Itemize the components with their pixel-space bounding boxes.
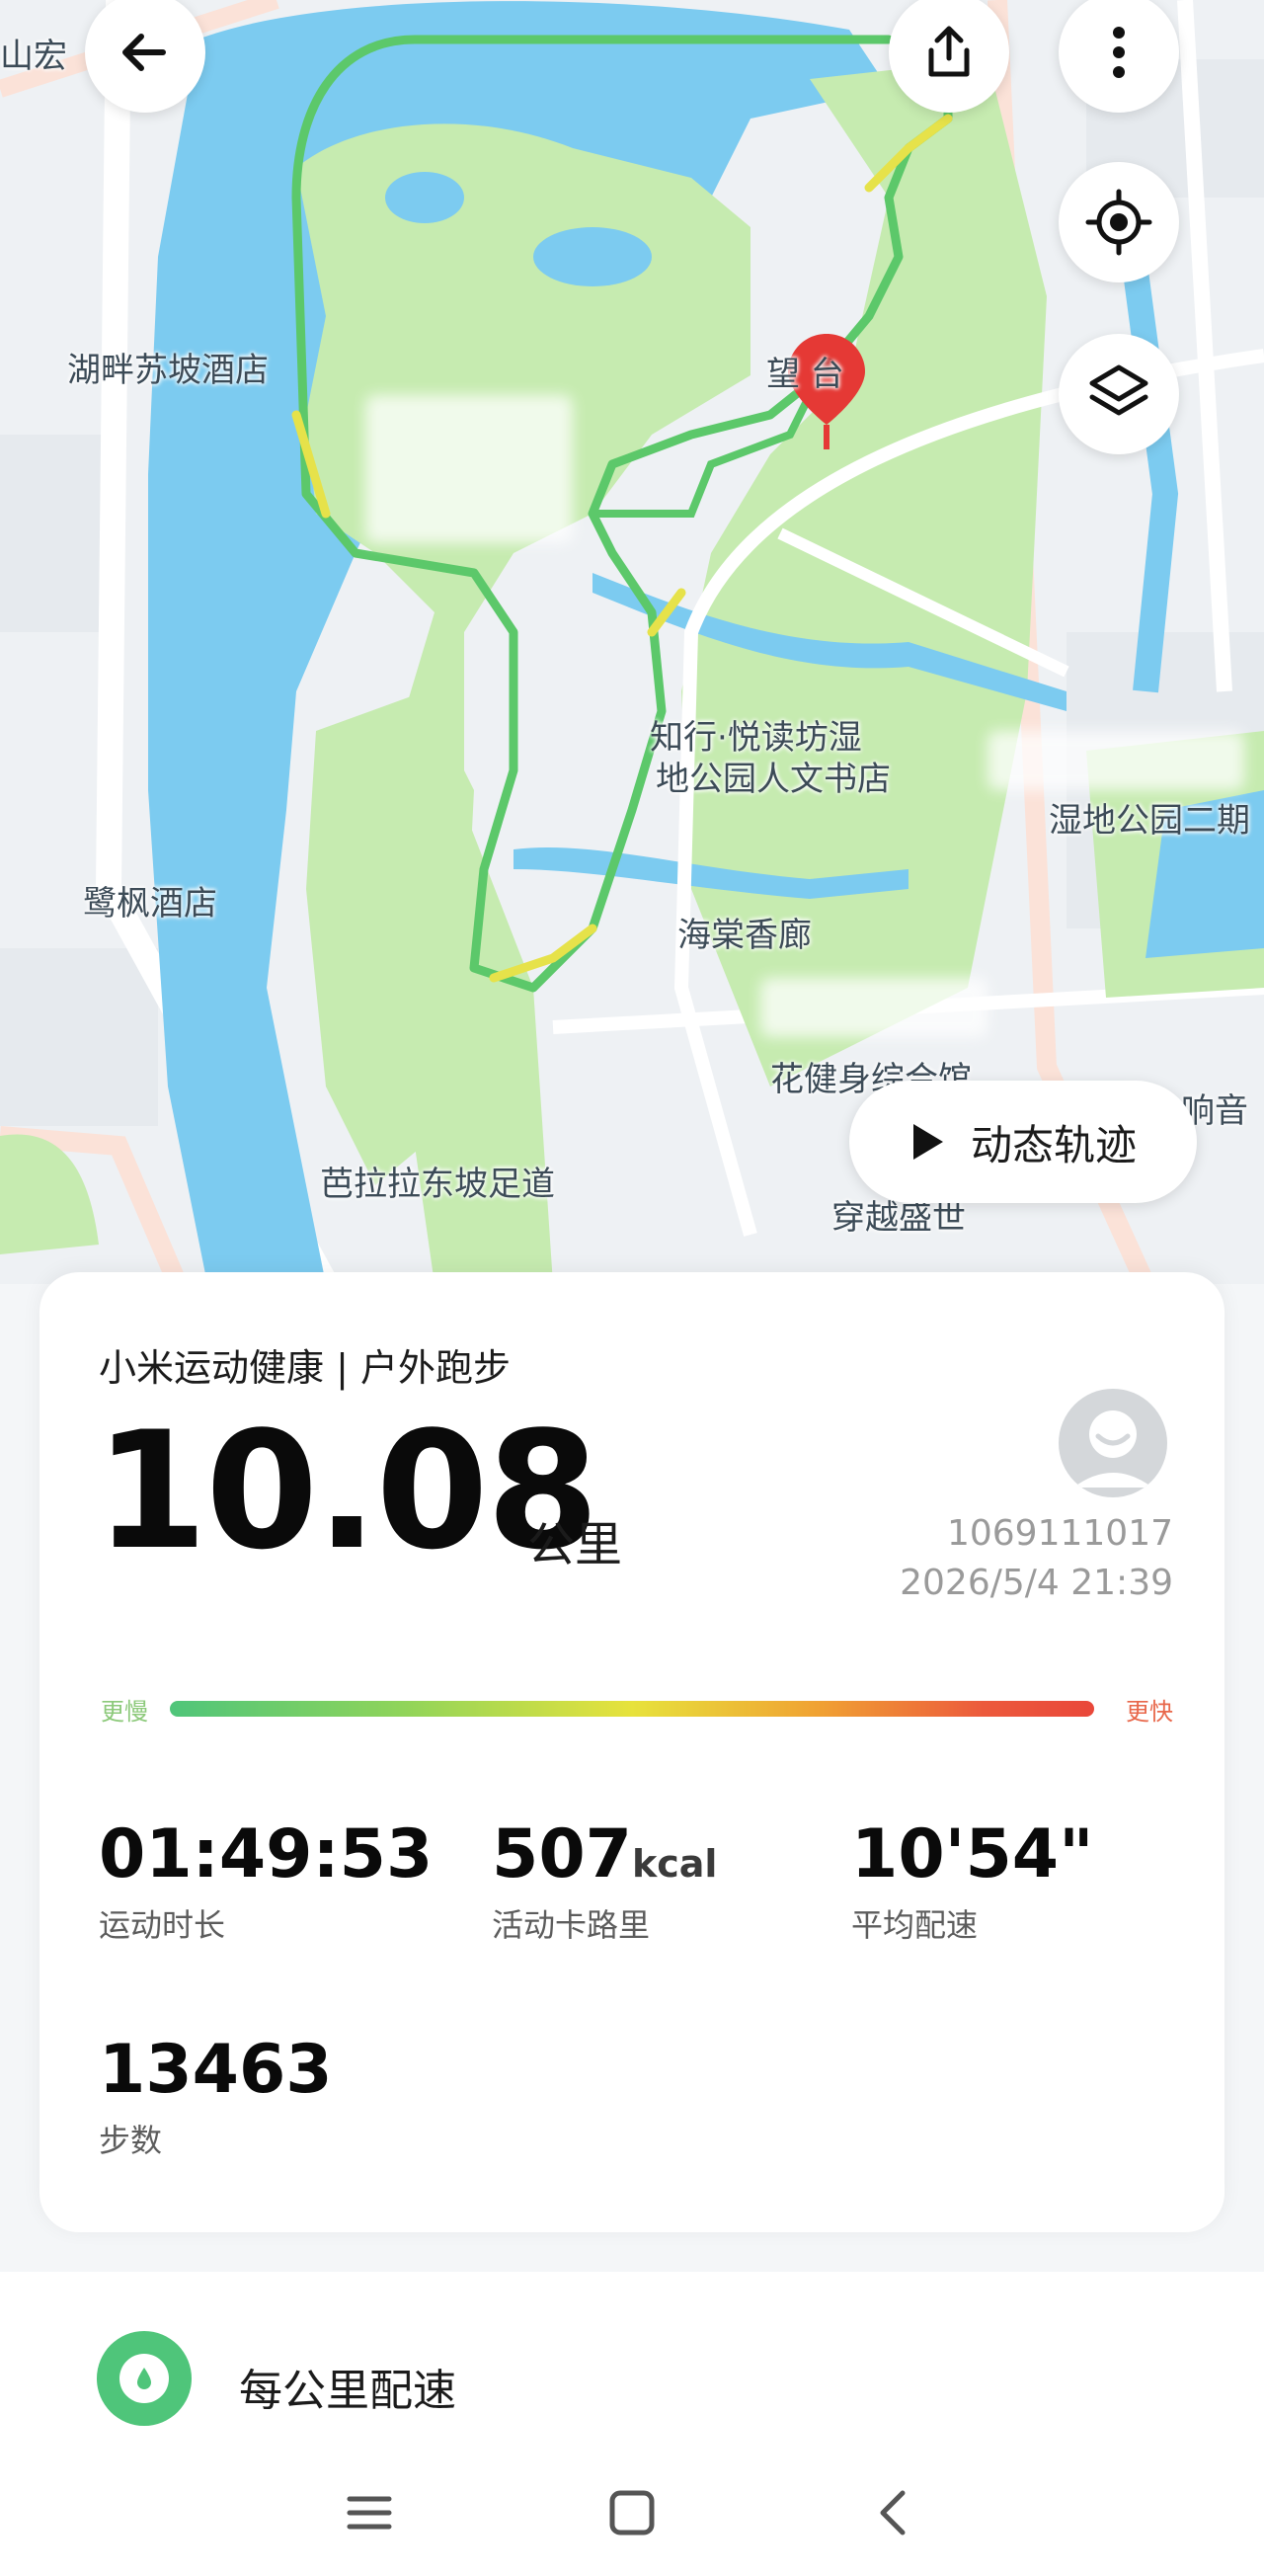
map-label: 地公园人文书店	[656, 760, 891, 799]
map-label: 湿地公园二期	[1049, 801, 1250, 841]
home-square-icon	[609, 2490, 655, 2536]
play-icon	[912, 1124, 943, 1160]
dynamic-track-button[interactable]: 动态轨迹	[849, 1081, 1197, 1203]
recent-apps-button[interactable]	[334, 2477, 405, 2548]
home-button[interactable]	[596, 2477, 668, 2548]
avatar-placeholder-icon	[1073, 1410, 1152, 1488]
route-map[interactable]: 山宏 湖畔苏坡酒店 望 台 知行·悦读坊湿 地公园人文书店 湿地公园二期 鹭枫酒…	[0, 0, 1264, 1284]
system-nav-bar	[0, 2450, 1264, 2576]
stat-label: 步数	[99, 2122, 163, 2159]
distance-unit: 公里	[527, 1517, 623, 1572]
map-label: 湖畔苏坡酒店	[67, 351, 269, 390]
map-label: 山宏	[0, 37, 67, 76]
dynamic-track-label: 动态轨迹	[970, 1120, 1137, 1169]
map-label: 海棠香廊	[677, 916, 812, 955]
pace-per-km-section[interactable]	[0, 2272, 1264, 2450]
stat-value: 10'54"	[851, 1815, 1094, 1893]
drop-icon	[137, 2368, 151, 2389]
map-label: 穿越盛世	[831, 1198, 966, 1238]
stat-label: 运动时长	[99, 1906, 226, 1944]
workout-datetime: 2026/5/4 21:39	[900, 1563, 1173, 1603]
stat-steps: 13463 步数	[99, 2037, 333, 2161]
user-id: 1069111017	[946, 1513, 1173, 1554]
map-label: 芭拉拉东坡足道	[320, 1165, 555, 1204]
map-label: 望 台	[766, 355, 844, 394]
pace-icon	[97, 2331, 192, 2426]
back-arrow-icon	[122, 34, 166, 71]
pace-gradient-bar	[170, 1701, 1094, 1717]
stat-duration: 01:49:53 运动时长	[99, 1821, 433, 1946]
workout-summary-card: 小米运动健康 | 户外跑步 10.08 公里 1069111017 2026/5…	[40, 1272, 1224, 2232]
stat-label: 活动卡路里	[492, 1906, 651, 1944]
stat-calories: 507kcal 活动卡路里	[492, 1821, 717, 1946]
stat-avg-pace: 10'54" 平均配速	[851, 1821, 1094, 1946]
avatar[interactable]	[1059, 1389, 1167, 1497]
layers-icon	[1089, 364, 1148, 416]
pace-per-km-label: 每公里配速	[239, 2366, 456, 2416]
layers-button[interactable]	[1059, 334, 1179, 454]
stat-value: 507	[492, 1815, 632, 1893]
pace-slow-label: 更慢	[101, 1698, 148, 1726]
locate-icon	[1085, 189, 1152, 256]
chevron-left-icon	[880, 2490, 906, 2536]
stat-unit: kcal	[631, 1842, 718, 1886]
stat-label: 平均配速	[851, 1906, 979, 1944]
map-label: 知行·悦读坊湿	[650, 718, 862, 758]
workout-source: 小米运动健康 | 户外跑步	[99, 1346, 511, 1390]
menu-icon	[347, 2496, 392, 2530]
back-nav-button[interactable]	[859, 2477, 930, 2548]
share-icon	[928, 26, 970, 77]
stat-value: 13463	[99, 2031, 333, 2109]
map-label: 鹭枫酒店	[83, 884, 217, 924]
more-vertical-icon	[1113, 27, 1125, 78]
distance-value: 10.08	[95, 1397, 599, 1585]
pace-fast-label: 更快	[1126, 1698, 1173, 1726]
locate-button[interactable]	[1059, 162, 1179, 282]
stat-value: 01:49:53	[99, 1815, 434, 1893]
